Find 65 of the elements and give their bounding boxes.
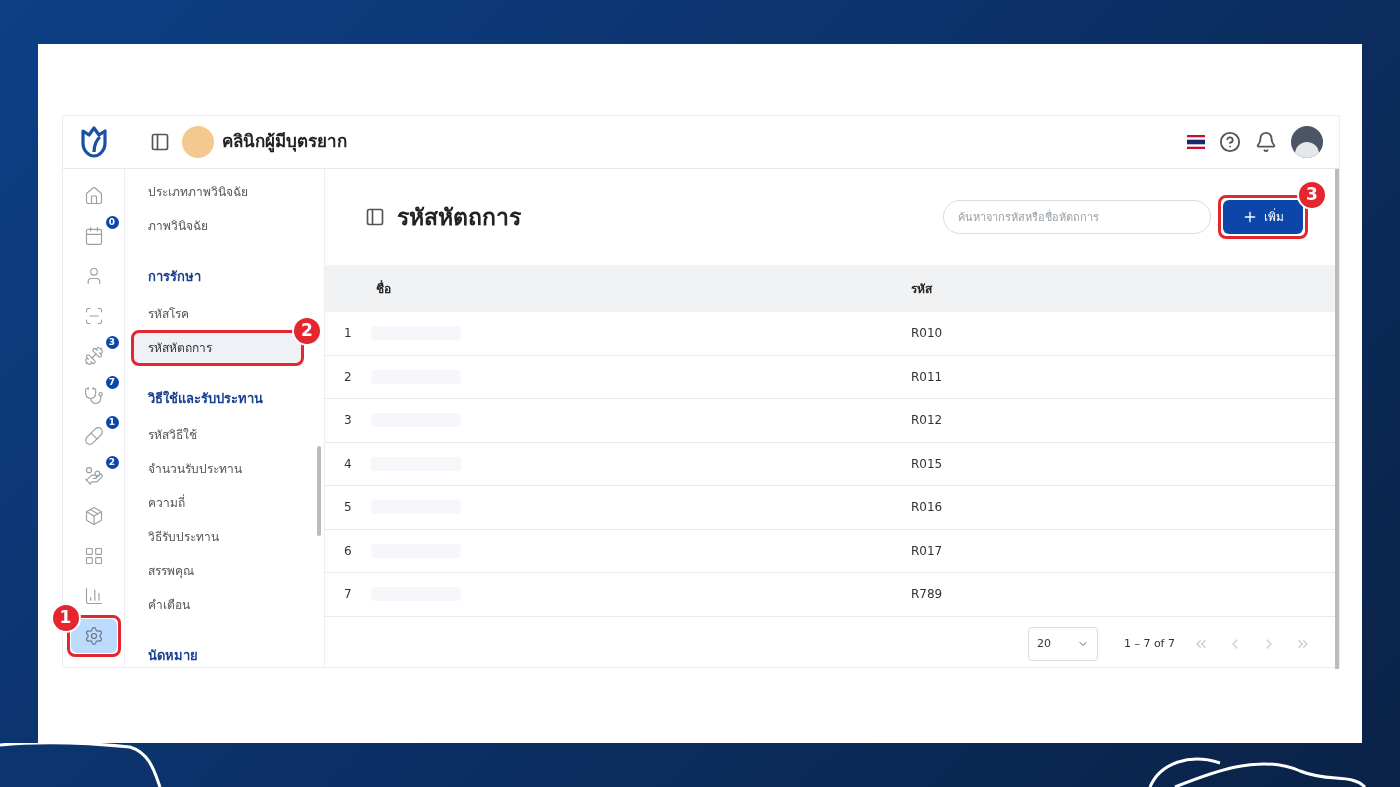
calendar-icon [83,226,104,246]
pagination-range: 1 – 7 of 7 [1123,635,1175,652]
tulip-logo-icon [79,125,109,159]
pill-icon [83,426,104,446]
scrollbar-thumb[interactable] [317,446,321,536]
column-header: รหัส [911,280,932,298]
box-icon [83,506,104,526]
table-cell-text: R010 [911,325,943,343]
flag-icon[interactable] [1187,135,1205,149]
submenu-item[interactable]: วิธีรับประทาน [133,521,302,553]
row-number: 2 [343,368,353,386]
user-avatar[interactable] [1291,126,1323,158]
submenu-item[interactable]: คำเตือน [133,589,302,621]
count-badge: 0 [105,216,119,229]
table-cell-text: R012 [911,412,943,430]
row-number: 4 [343,455,353,473]
count-badge: 3 [105,336,119,349]
table-cell-text: R789 [911,586,943,604]
row-number: 7 [343,586,353,604]
search-field[interactable]: ค้นหาจากรหัสหรือชื่อหัตถการ [943,200,1211,234]
add-button[interactable]: เพิ่ม [1223,200,1303,234]
page-size-select[interactable]: 20 [1027,627,1098,661]
table-cell-text: R011 [911,368,943,386]
help-icon[interactable] [1219,131,1241,153]
settings-icon [83,626,104,646]
submenu-item[interactable]: ประเภทภาพวินิจฉัย [133,176,302,208]
plus-icon [1242,209,1258,225]
submenu-item[interactable]: ภาพวินิจฉัย [133,210,302,242]
bar-chart-icon [83,586,104,606]
clinic-avatar [182,126,214,158]
table-cell-text: R016 [911,499,943,517]
house-icon [83,186,104,206]
column-header: ชื่อ [376,279,392,298]
submenu-item[interactable]: รหัสหัตถการ [133,331,302,364]
row-number: 5 [343,499,353,517]
stethoscope-icon [83,386,104,406]
row-number: 1 [343,325,353,343]
dumbbell-icon [83,346,104,366]
count-badge: 1 [105,416,119,429]
sidebar-toggle-icon[interactable] [150,132,170,152]
page-title: รหัสหัตถการ [397,202,521,232]
hand-coins-icon [83,466,104,486]
row-number: 6 [343,542,353,560]
submenu-heading: วิธีใช้และรับประทาน [146,389,264,408]
step-number-marker: 2 [292,315,322,346]
count-badge: 7 [105,376,119,389]
step-number-marker: 1 [50,603,81,633]
row-number: 3 [343,412,353,430]
submenu-heading: การรักษา [147,268,202,286]
submenu-item[interactable]: ความถี่ [133,487,302,519]
panel-icon [365,207,385,227]
step-number-marker: 3 [1297,180,1327,210]
submenu-item[interactable]: รหัสวิธีใช้ [133,419,302,451]
submenu-heading: นัดหมาย [147,647,199,665]
submenu-item[interactable]: จำนวนรับประทาน [133,453,302,485]
clinic-name: คลินิกผู้มีบุตรยาก [222,130,347,155]
table-cell-text: R017 [911,542,943,560]
submenu-item[interactable]: สรรพคุณ [133,555,302,587]
nav-rail-button[interactable] [70,619,117,653]
notification-bell-icon[interactable] [1255,131,1277,153]
table-cell-text: R015 [911,455,943,473]
scan-frame-icon [83,306,104,326]
scrollbar-thumb[interactable] [1335,169,1339,669]
grid-icon [83,546,104,566]
count-badge: 2 [105,456,119,469]
